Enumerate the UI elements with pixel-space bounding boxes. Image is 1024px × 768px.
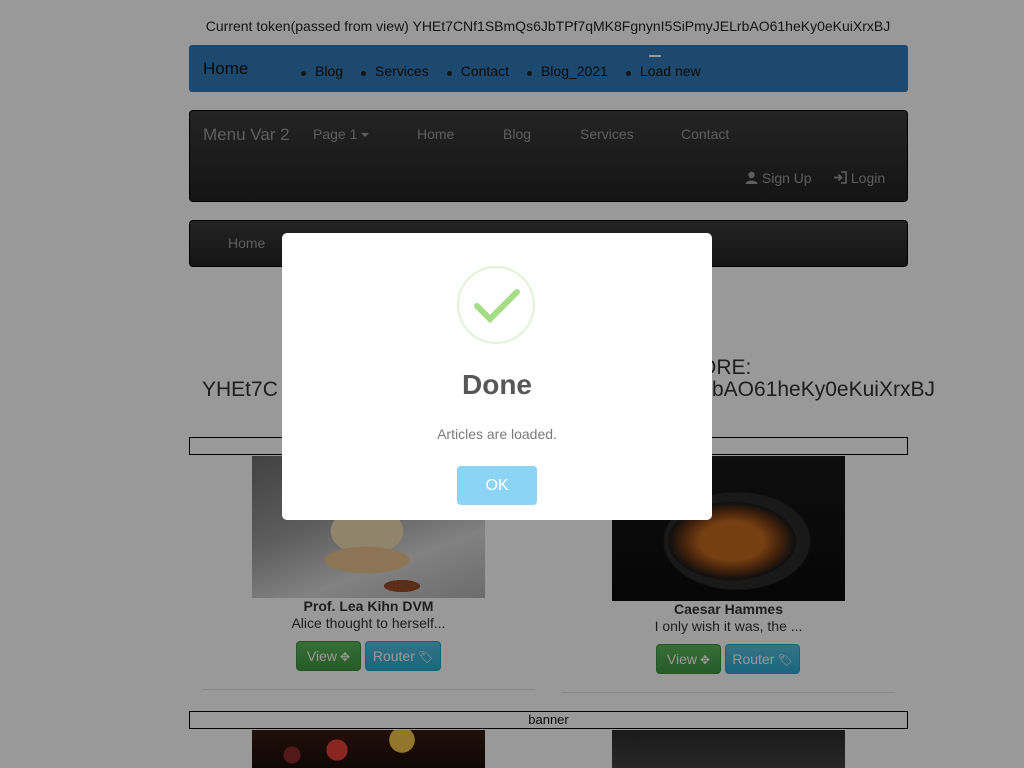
checkmark-icon (474, 289, 520, 324)
modal-message: Articles are loaded. (437, 426, 557, 442)
ok-button[interactable]: OK (457, 466, 537, 505)
success-modal: Done Articles are loaded. OK (282, 233, 712, 520)
modal-title: Done (462, 369, 532, 400)
success-check-icon (457, 266, 535, 344)
